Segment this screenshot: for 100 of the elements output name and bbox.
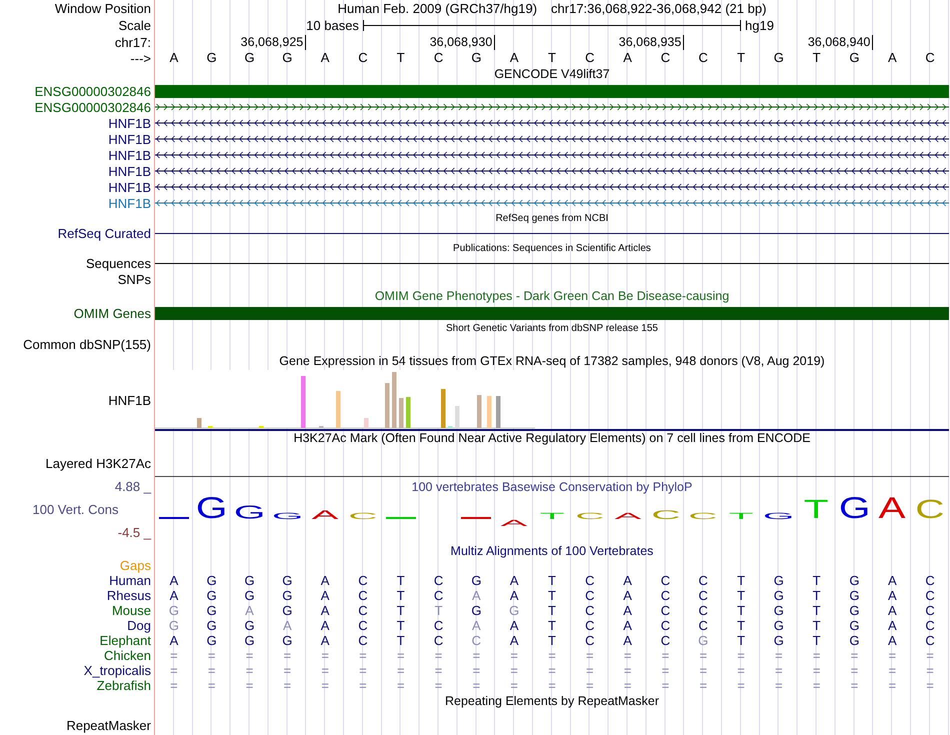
track-label[interactable]: X_tropicalis — [84, 663, 151, 678]
aligned-base: T — [548, 634, 556, 648]
aligned-base: A — [510, 634, 519, 648]
aligned-base: = — [321, 664, 329, 678]
logo-letter: T — [804, 496, 830, 524]
aligned-base: = — [624, 678, 632, 692]
track-label[interactable]: HNF1B — [108, 148, 151, 162]
aligned-base: = — [284, 664, 292, 678]
aligned-base: C — [358, 604, 368, 618]
gene-bar[interactable] — [155, 84, 949, 98]
track-label[interactable]: ENSG00000302846 — [34, 84, 151, 98]
aligned-base: G — [849, 618, 860, 632]
aligned-base: = — [586, 664, 594, 678]
reference-base: G — [206, 51, 217, 65]
aligned-base: G — [774, 574, 784, 588]
track-label[interactable]: HNF1B — [108, 116, 151, 130]
track-title: Repeating Elements by RepeatMasker — [444, 694, 659, 709]
aligned-base: = — [624, 648, 632, 662]
track-label[interactable]: OMIM Genes — [74, 306, 151, 320]
track-label[interactable]: RepeatMasker — [66, 718, 151, 732]
aligned-base: G — [774, 588, 784, 602]
track-label[interactable]: HNF1B — [108, 180, 151, 194]
aligned-base: = — [812, 678, 820, 692]
aligned-base: A — [623, 618, 632, 632]
aligned-base: A — [320, 618, 330, 632]
aligned-base: = — [888, 648, 896, 662]
aligned-base: = — [926, 664, 934, 678]
aligned-base: A — [888, 618, 897, 632]
track-label[interactable]: 100 Vert. Cons — [32, 502, 118, 517]
scale-text: 10 bases — [305, 18, 360, 33]
aligned-base: C — [434, 588, 444, 602]
aligned-base: = — [548, 664, 556, 678]
aligned-base: = — [359, 648, 367, 662]
aligned-base: G — [168, 604, 179, 618]
position-tick: 36,068,930 — [430, 34, 496, 50]
axis-min-label: -4.5 _ — [118, 525, 151, 540]
reference-base: C — [434, 51, 444, 65]
expression-bar — [301, 376, 306, 428]
aligned-base: G — [244, 618, 255, 632]
track-label[interactable]: HNF1B — [108, 132, 151, 146]
expression-bar — [197, 418, 202, 428]
track-label[interactable]: Dog — [127, 618, 151, 633]
aligned-base: = — [850, 648, 858, 662]
position-tick: 36,068,935 — [618, 34, 684, 50]
aligned-base: = — [434, 648, 442, 662]
aligned-base: T — [396, 634, 405, 648]
logo-letter: G — [838, 494, 870, 524]
aligned-base: = — [472, 664, 480, 678]
track-label[interactable]: Human — [109, 573, 151, 588]
track-label[interactable]: SNPs — [118, 272, 151, 287]
aligned-base: = — [396, 664, 405, 678]
reference-base: C — [358, 51, 368, 65]
aligned-base: T — [812, 604, 821, 618]
aligned-base: = — [510, 664, 518, 678]
aligned-base: C — [358, 574, 368, 588]
reference-base: T — [396, 51, 405, 65]
track-label[interactable]: Rhesus — [106, 588, 151, 603]
aligned-base: G — [206, 588, 217, 602]
track-label[interactable]: Elephant — [100, 633, 151, 648]
track-label[interactable]: HNF1B — [108, 393, 151, 408]
aligned-base: C — [925, 604, 935, 618]
aligned-base: C — [925, 618, 935, 632]
aligned-base: T — [548, 588, 556, 602]
track-title: Gene Expression in 54 tissues from GTEx RNA-seq of 17382 samples, 948 donors (V8, Aug 2019) — [279, 354, 825, 369]
aligned-base: C — [925, 634, 935, 648]
track-label[interactable]: Layered H3K27Ac — [45, 456, 151, 471]
track-label[interactable]: Zebrafish — [96, 678, 151, 693]
reference-base: A — [170, 51, 178, 65]
reference-base: G — [774, 51, 784, 65]
aligned-base: = — [246, 678, 254, 692]
aligned-base: = — [737, 648, 745, 662]
reference-base: G — [471, 51, 482, 65]
aligned-base: = — [775, 648, 783, 662]
track-label[interactable]: HNF1B — [108, 196, 151, 210]
aligned-base: G — [168, 618, 179, 632]
aligned-base: = — [548, 648, 556, 662]
logo-letter: G — [196, 494, 228, 524]
aligned-base: = — [662, 678, 670, 692]
aligned-base: C — [698, 588, 708, 602]
aligned-base: = — [699, 648, 708, 662]
aligned-base: = — [321, 678, 329, 692]
track-label[interactable]: Chicken — [104, 648, 151, 663]
aligned-base: G — [282, 634, 292, 648]
aligned-base: = — [434, 664, 442, 678]
aligned-base: = — [888, 664, 896, 678]
track-label[interactable]: Common dbSNP(155) — [23, 337, 151, 352]
track-label[interactable]: ENSG00000302846 — [34, 100, 151, 114]
aligned-base: A — [170, 634, 178, 648]
expression-bar — [392, 372, 396, 428]
position-text: chr17:36,068,922-36,068,942 (21 bp) — [551, 1, 766, 16]
track-label[interactable]: Mouse — [112, 603, 151, 618]
assembly-title: Human Feb. 2009 (GRCh37/hg19) — [338, 1, 538, 16]
reference-base: A — [888, 51, 897, 65]
aligned-base: G — [471, 574, 482, 588]
gene-bar[interactable] — [155, 306, 949, 320]
track-label[interactable]: HNF1B — [108, 164, 151, 178]
aligned-base: G — [849, 588, 860, 602]
track-label[interactable]: RefSeq Curated — [58, 226, 151, 241]
track-label[interactable]: Sequences — [86, 256, 151, 271]
aligned-base: A — [472, 618, 481, 632]
